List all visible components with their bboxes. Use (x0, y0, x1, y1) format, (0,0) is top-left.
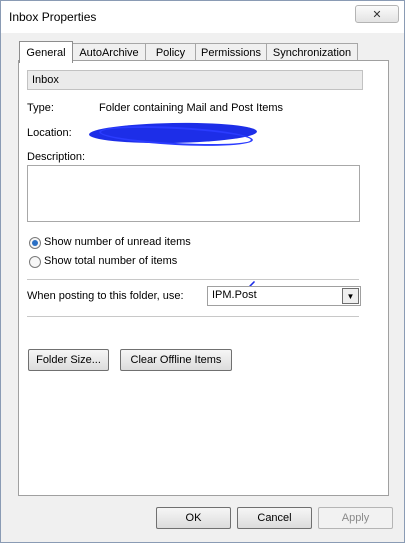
posting-form-label: When posting to this folder, use: (27, 290, 184, 302)
folder-size-button[interactable]: Folder Size... (28, 349, 109, 371)
show-unread-label: Show number of unread items (44, 236, 191, 248)
folder-name-field: Inbox (27, 70, 363, 90)
apply-button[interactable]: Apply (318, 507, 393, 529)
ok-button[interactable]: OK (156, 507, 231, 529)
show-total-label: Show total number of items (44, 255, 178, 267)
divider (27, 316, 359, 317)
dialog-title: Inbox Properties (9, 10, 97, 24)
location-label: Location: (27, 127, 72, 139)
properties-dialog: Inbox Properties ✕ General AutoArchive P… (0, 0, 405, 543)
description-textarea[interactable] (27, 165, 360, 222)
chevron-down-icon[interactable]: ▼ (342, 288, 359, 304)
general-tab-panel: Inbox Type: Folder containing Mail and P… (18, 60, 389, 496)
close-icon: ✕ (372, 8, 382, 21)
type-label: Type: (27, 102, 54, 114)
clear-offline-items-button[interactable]: Clear Offline Items (120, 349, 232, 371)
cancel-button[interactable]: Cancel (237, 507, 312, 529)
posting-form-select[interactable]: IPM.Post ▼ (207, 286, 361, 306)
divider (27, 279, 359, 280)
title-bar: Inbox Properties ✕ (1, 1, 404, 33)
posting-form-value: IPM.Post (212, 289, 257, 301)
description-label: Description: (27, 151, 86, 163)
type-value: Folder containing Mail and Post Items (99, 102, 284, 114)
tab-general[interactable]: General (19, 41, 73, 63)
show-total-radio[interactable] (29, 256, 41, 268)
close-button[interactable]: ✕ (355, 5, 399, 23)
show-unread-radio[interactable] (29, 237, 41, 249)
